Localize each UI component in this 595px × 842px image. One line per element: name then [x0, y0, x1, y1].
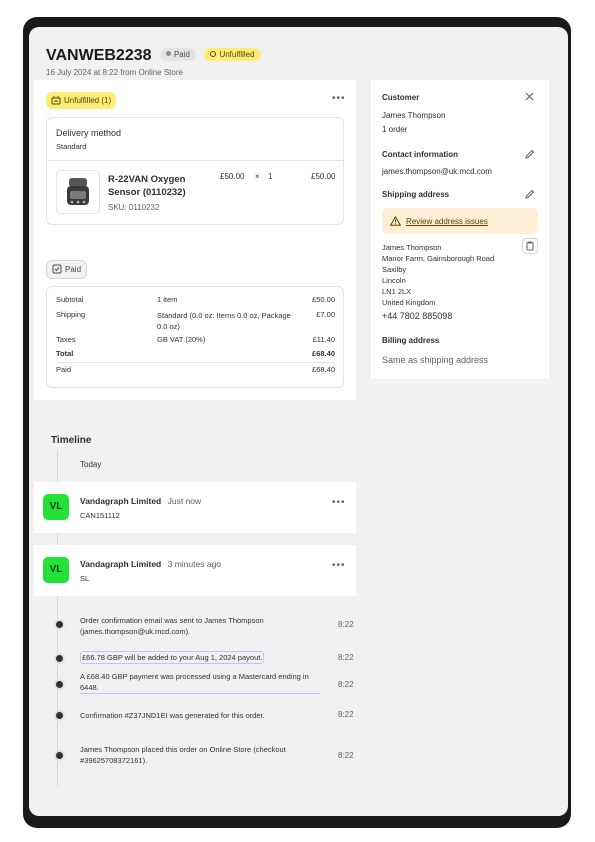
order-id: VANWEB2238 [46, 47, 152, 64]
avatar: VL [43, 557, 69, 583]
timeline-comment: VL Vandagraph Limited 3 minutes ago SL •… [34, 545, 356, 596]
receipt-check-icon [52, 264, 62, 274]
payment-status-badge: Paid [159, 48, 196, 61]
timeline-event-text: £66.78 GBP will be added to your Aug 1, … [80, 651, 265, 664]
customer-email-link[interactable]: james.thompson@uk.mcd.com [382, 167, 492, 176]
comment-more-icon[interactable]: ••• [332, 497, 346, 508]
order-subtitle: 16 July 2024 at 8:22 from Online Store [46, 68, 183, 77]
copy-address-button[interactable] [522, 238, 538, 254]
close-icon[interactable] [525, 92, 534, 101]
timeline-comment: VL Vandagraph Limited Just now CAN151112… [34, 482, 356, 533]
timeline-event-text: Confirmation #Z37JND1EI was generated fo… [80, 711, 265, 720]
customer-phone: +44 7802 885098 [382, 311, 453, 321]
comment-header: Vandagraph Limited 3 minutes ago [80, 559, 221, 569]
product-line-total: £50.00 [311, 172, 336, 181]
comment-text: CAN151112 [80, 511, 120, 520]
package-icon [51, 95, 61, 105]
review-address-link[interactable]: Review address issues [406, 217, 488, 226]
customer-name-link[interactable]: James Thompson [382, 111, 445, 120]
edit-shipping-pencil-icon[interactable] [524, 189, 535, 200]
timeline-bullet [54, 710, 65, 721]
customer-orders-link[interactable]: 1 order [382, 125, 407, 134]
timeline-event-time: 8:22 [338, 680, 354, 689]
comment-text: SL [80, 574, 90, 583]
product-name[interactable]: R-22VAN Oxygen Sensor (0110232) [108, 173, 186, 199]
shipping-address-block: James Thompson Manor Farm, Gainsborough … [382, 243, 495, 307]
timeline-event-text: James Thompson placed this order on Onli… [80, 745, 286, 765]
comment-author: Vandagraph Limited [80, 496, 162, 506]
timeline-line [57, 450, 58, 485]
timeline-bullet [54, 619, 65, 630]
fulfillment-status-badge: Unfulfilled [204, 48, 261, 61]
clipboard-icon [526, 241, 534, 251]
avatar: VL [43, 494, 69, 520]
shipping-heading: Shipping address [382, 190, 450, 199]
comment-time: Just now [167, 496, 202, 506]
fulfillment-inner-box: Delivery method Standard R-22VAN Oxygen … [46, 117, 344, 225]
comment-header: Vandagraph Limited Just now [80, 496, 201, 506]
comment-author: Vandagraph Limited [80, 559, 162, 569]
payment-card: Paid Subtotal 1 item £50.00 Shipping Sta… [34, 248, 356, 400]
comment-time: 3 minutes ago [167, 559, 222, 569]
fulfillment-card: Unfulfilled (1) ••• Delivery method Stan… [34, 80, 356, 263]
timeline-event-time: 8:22 [338, 653, 354, 662]
paid-status-pill: Paid [46, 260, 88, 279]
timeline-event-time: 8:22 [338, 620, 354, 629]
timeline-line [57, 533, 58, 545]
comment-more-icon[interactable]: ••• [332, 560, 346, 571]
product-sku: SKU: 0110232 [108, 203, 160, 212]
unfulfilled-status-pill: Unfulfilled (1) [46, 92, 117, 109]
delivery-method-label: Delivery method [56, 128, 122, 138]
order-page: VANWEB2238 Paid Unfulfilled 16 July 2024… [29, 27, 568, 816]
divider [56, 362, 335, 363]
billing-value: Same as shipping address [382, 355, 489, 365]
timeline-event-text: A £68.40 GBP payment was processed using… [80, 671, 320, 694]
billing-heading: Billing address [382, 336, 440, 345]
fulfillment-more-icon[interactable]: ••• [332, 93, 346, 104]
edit-contact-pencil-icon[interactable] [524, 149, 535, 160]
page-title: VANWEB2238 Paid Unfulfilled [46, 47, 261, 65]
sensor-image [67, 178, 89, 205]
status-dot-icon [165, 51, 171, 56]
times-sign: × [255, 172, 260, 181]
timeline-event-text: Order confirmation email was sent to Jam… [80, 616, 264, 636]
address-warning-banner: Review address issues [382, 208, 538, 234]
product-thumbnail[interactable] [56, 170, 100, 214]
timeline-event-time: 8:22 [338, 751, 354, 760]
customer-card: Customer James Thompson 1 order Contact … [371, 80, 549, 379]
payment-summary-box: Subtotal 1 item £50.00 Shipping Standard… [46, 286, 344, 388]
contact-heading: Contact information [382, 150, 458, 159]
customer-heading: Customer [382, 93, 420, 102]
product-quantity: 1 [268, 172, 273, 181]
product-unit-price: £50.00 [220, 172, 245, 181]
delivery-method-value: Standard [56, 142, 87, 151]
timeline-bullet [54, 653, 65, 664]
timeline-bullet [54, 679, 65, 690]
status-ring-icon [210, 51, 217, 57]
timeline-event-time: 8:22 [338, 710, 354, 719]
timeline-bullet [54, 750, 65, 761]
timeline-heading: Timeline [51, 435, 92, 446]
timeline-date-today: Today [80, 460, 102, 469]
divider [47, 160, 343, 161]
warning-icon [390, 216, 401, 226]
